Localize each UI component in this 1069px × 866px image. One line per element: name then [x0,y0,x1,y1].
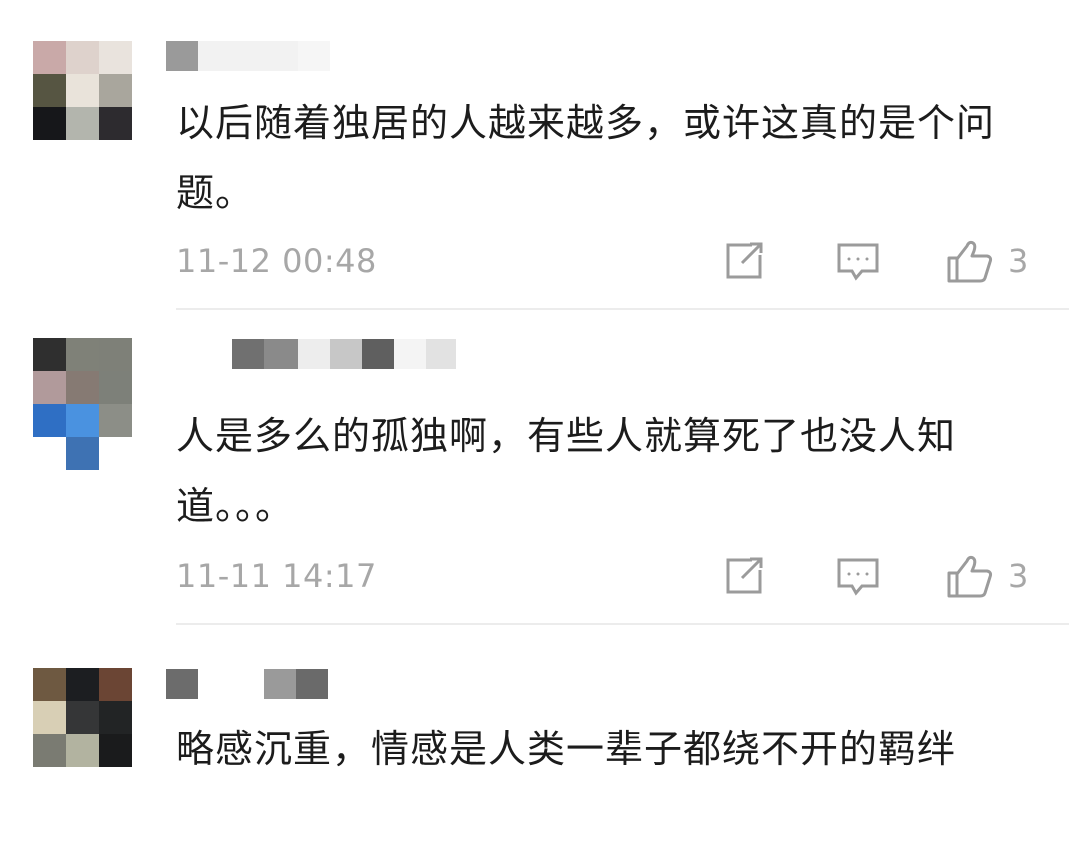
like-button[interactable]: 3 [946,551,1028,601]
forward-button[interactable] [722,551,766,601]
username-pixelated[interactable] [166,668,328,700]
like-count: 3 [1008,242,1029,280]
reply-button[interactable] [836,551,880,601]
share-icon [722,239,766,283]
like-button[interactable]: 3 [946,236,1028,286]
avatar-fragment [66,437,99,470]
thumbs-up-icon [946,553,994,599]
timestamp: 11-12 00:48 [176,242,377,280]
comment-text: 人是多么的孤独啊，有些人就算死了也没人知道。。。 [176,414,957,528]
reply-button[interactable] [836,236,880,286]
username-pixelated[interactable] [166,338,456,370]
divider [176,623,1069,625]
avatar[interactable] [33,668,132,767]
avatar[interactable] [33,41,132,140]
comment-text: 以后随着独居的人越来越多，或许这真的是个问题。 [176,101,996,215]
timestamp: 11-11 14:17 [176,557,377,595]
thumbs-up-icon [946,238,994,284]
like-count: 3 [1008,557,1029,595]
comment-meta: 11-12 00:48 3 [176,236,1036,286]
comment-meta: 11-11 14:17 3 [176,551,1036,601]
share-icon [722,554,766,598]
comment-text: 略感沉重，情感是人类一辈子都绕不开的羁绊 [176,727,957,771]
username-pixelated[interactable] [166,40,330,72]
comment-icon [836,554,880,598]
comment-icon [836,239,880,283]
avatar[interactable] [33,338,132,437]
divider [176,308,1069,310]
forward-button[interactable] [722,236,766,286]
